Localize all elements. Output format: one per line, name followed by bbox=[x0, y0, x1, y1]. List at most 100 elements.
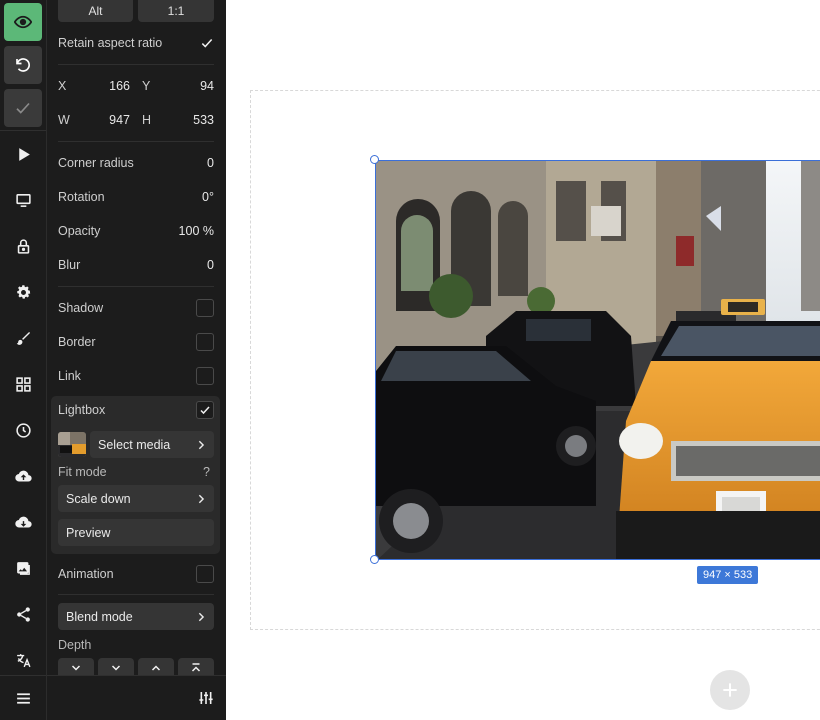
blur-label: Blur bbox=[58, 258, 81, 272]
w-label: W bbox=[58, 113, 70, 127]
clock-icon bbox=[15, 422, 31, 438]
settings-button[interactable] bbox=[12, 281, 34, 303]
selected-image[interactable] bbox=[375, 160, 820, 560]
y-label: Y bbox=[142, 79, 151, 93]
main-menu-button[interactable] bbox=[12, 687, 34, 709]
chevron-down-icon bbox=[71, 665, 81, 671]
apply-button[interactable] bbox=[4, 89, 42, 127]
properties-panel: Alt 1:1 Retain aspect ratio X 166 Y 94 W… bbox=[47, 0, 226, 720]
blend-mode-label: Blend mode bbox=[66, 609, 133, 624]
link-row[interactable]: Link bbox=[58, 366, 214, 386]
chevron-right-icon bbox=[198, 612, 205, 621]
undo-button[interactable] bbox=[4, 46, 42, 84]
link-checkbox[interactable] bbox=[196, 367, 214, 385]
h-value-input[interactable]: 533 bbox=[162, 113, 214, 127]
x-label: X bbox=[58, 79, 67, 93]
ratio-button[interactable]: 1:1 bbox=[138, 0, 214, 22]
shadow-label: Shadow bbox=[58, 301, 104, 315]
link-label: Link bbox=[58, 369, 81, 383]
grid-icon bbox=[15, 376, 31, 392]
alt-button[interactable]: Alt bbox=[58, 0, 133, 22]
select-media-label: Select media bbox=[98, 437, 171, 452]
h-label: H bbox=[142, 113, 152, 127]
preview-button[interactable]: Preview bbox=[58, 519, 214, 546]
resize-handle-top-left[interactable] bbox=[370, 155, 379, 164]
dimension-badge: 947 × 533 bbox=[697, 566, 759, 584]
history-button[interactable] bbox=[12, 419, 34, 441]
border-checkbox[interactable] bbox=[196, 333, 214, 351]
eye-icon bbox=[14, 15, 32, 29]
rotation-row[interactable]: Rotation 0° bbox=[58, 188, 214, 206]
select-media-button[interactable]: Select media bbox=[90, 431, 214, 458]
blur-row[interactable]: Blur 0 bbox=[58, 256, 214, 274]
fit-mode-dropdown[interactable]: Scale down bbox=[58, 485, 214, 512]
lightbox-label: Lightbox bbox=[58, 403, 106, 417]
cloud-download-icon bbox=[14, 516, 32, 527]
lightbox-checkbox[interactable] bbox=[196, 401, 214, 419]
shadow-checkbox[interactable] bbox=[196, 299, 214, 317]
border-row[interactable]: Border bbox=[58, 332, 214, 352]
chevron-down-icon bbox=[111, 665, 121, 671]
opacity-row[interactable]: Opacity 100 % bbox=[58, 222, 214, 240]
rail-divider bbox=[0, 130, 46, 131]
publish-button[interactable] bbox=[12, 465, 34, 487]
editor-app: Alt 1:1 Retain aspect ratio X 166 Y 94 W… bbox=[0, 0, 820, 720]
media-thumbnail-image bbox=[58, 432, 86, 457]
y-value-input[interactable]: 94 bbox=[162, 79, 214, 93]
shadow-row[interactable]: Shadow bbox=[58, 298, 214, 318]
preview-play-button[interactable] bbox=[12, 143, 34, 165]
media-thumbnail[interactable] bbox=[58, 432, 86, 457]
corner-radius-row[interactable]: Corner radius 0 bbox=[58, 154, 214, 172]
bring-to-front-icon bbox=[191, 663, 201, 672]
download-button[interactable] bbox=[12, 511, 34, 533]
divider bbox=[58, 64, 214, 65]
share-button[interactable] bbox=[12, 603, 34, 625]
check-icon bbox=[16, 102, 30, 114]
translate-button[interactable] bbox=[12, 649, 34, 671]
animation-label: Animation bbox=[58, 567, 114, 581]
opacity-value[interactable]: 100 % bbox=[179, 224, 214, 238]
image-icon bbox=[16, 561, 30, 575]
translate-icon bbox=[16, 653, 31, 667]
w-value-input[interactable]: 947 bbox=[109, 113, 130, 127]
fit-mode-help-icon[interactable]: ? bbox=[203, 465, 210, 479]
media-library-button[interactable] bbox=[12, 557, 34, 579]
retain-aspect-row[interactable]: Retain aspect ratio bbox=[58, 34, 214, 52]
plus-icon bbox=[723, 683, 737, 697]
x-value-input[interactable]: 166 bbox=[109, 79, 130, 93]
chevron-up-icon bbox=[151, 665, 161, 671]
panel-footer bbox=[47, 675, 226, 720]
share-icon bbox=[16, 606, 30, 622]
size-row: W 947 H 533 bbox=[58, 111, 214, 129]
depth-label: Depth bbox=[58, 638, 92, 652]
blend-mode-dropdown[interactable]: Blend mode bbox=[58, 603, 214, 630]
sliders-icon[interactable] bbox=[198, 690, 214, 706]
divider bbox=[58, 594, 214, 595]
corner-radius-value[interactable]: 0 bbox=[207, 156, 214, 170]
fit-mode-row: Fit mode ? bbox=[58, 464, 214, 480]
rotation-value[interactable]: 0° bbox=[202, 190, 214, 204]
add-element-button[interactable] bbox=[710, 670, 750, 710]
opacity-label: Opacity bbox=[58, 224, 101, 238]
border-label: Border bbox=[58, 335, 96, 349]
undo-icon bbox=[16, 58, 30, 72]
checkmark-icon bbox=[201, 38, 213, 48]
fit-mode-value: Scale down bbox=[66, 491, 131, 506]
preview-label: Preview bbox=[66, 525, 111, 540]
layout-button[interactable] bbox=[12, 373, 34, 395]
lightbox-row[interactable]: Lightbox bbox=[58, 400, 214, 420]
blur-value[interactable]: 0 bbox=[207, 258, 214, 272]
resize-handle-bottom-left[interactable] bbox=[370, 555, 379, 564]
animation-checkbox[interactable] bbox=[196, 565, 214, 583]
menu-icon bbox=[16, 692, 30, 704]
style-button[interactable] bbox=[12, 327, 34, 349]
chevron-right-icon bbox=[198, 440, 205, 449]
position-row: X 166 Y 94 bbox=[58, 77, 214, 95]
visibility-toggle-button[interactable] bbox=[4, 3, 42, 41]
device-button[interactable] bbox=[12, 189, 34, 211]
corner-radius-label: Corner radius bbox=[58, 156, 134, 170]
design-canvas[interactable]: 947 × 533 bbox=[226, 0, 820, 720]
checkmark-icon bbox=[200, 406, 210, 415]
lock-button[interactable] bbox=[12, 235, 34, 257]
animation-row[interactable]: Animation bbox=[58, 564, 214, 584]
